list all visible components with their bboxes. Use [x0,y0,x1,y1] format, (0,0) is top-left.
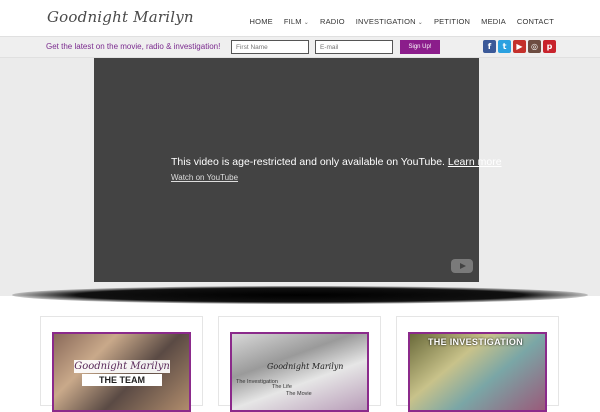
signup-text: Get the latest on the movie, radio & inv… [46,42,221,51]
team-thumbnail[interactable]: Goodnight Marilyn THE TEAM [52,332,191,412]
site-logo[interactable]: Goodnight Marilyn [47,8,194,26]
card-logo-text: Goodnight Marilyn [267,362,344,371]
divider-shadow [12,286,588,304]
card-the-investigation[interactable]: THE INVESTIGATION [396,316,559,412]
email-field[interactable] [315,40,393,54]
card-line: The Life [272,384,292,390]
nav-media[interactable]: MEDIA [481,17,506,26]
nav-contact[interactable]: CONTACT [517,17,554,26]
nav-investigation[interactable]: INVESTIGATION ⌄ [356,17,423,26]
chevron-down-icon: ⌄ [417,20,423,26]
investigation-thumbnail[interactable]: THE INVESTIGATION [408,332,547,412]
site-header: Goodnight Marilyn HOME FILM ⌄ RADIO INVES… [0,0,600,36]
video-band: This video is age-restricted and only av… [0,58,600,296]
nav-home[interactable]: HOME [250,17,273,26]
youtube-logo-icon[interactable] [451,259,473,273]
nav-radio[interactable]: RADIO [320,17,345,26]
card-title: THE INVESTIGATION [428,337,523,347]
signup-bar: Get the latest on the movie, radio & inv… [0,36,600,58]
instagram-icon[interactable]: ◎ [528,40,541,53]
card-the-life[interactable]: Goodnight Marilyn The Investigation The … [218,316,381,412]
twitter-icon[interactable]: t [498,40,511,53]
chevron-down-icon: ⌄ [303,20,309,26]
card-logo-text: Goodnight Marilyn [74,360,170,373]
card-line: The Movie [286,391,312,397]
first-name-field[interactable] [231,40,309,54]
nav-petition[interactable]: PETITION [434,17,470,26]
card-the-team[interactable]: Goodnight Marilyn THE TEAM [40,316,203,412]
video-player[interactable]: This video is age-restricted and only av… [94,58,502,282]
facebook-icon[interactable]: f [483,40,496,53]
card-subtitle: THE TEAM [82,374,162,386]
sign-up-button[interactable]: Sign Up! [400,40,440,54]
watch-on-youtube-link[interactable]: Watch on YouTube [171,173,238,182]
social-links: f t ▶ ◎ p [483,40,558,53]
youtube-icon[interactable]: ▶ [513,40,526,53]
life-thumbnail[interactable]: Goodnight Marilyn The Investigation The … [230,332,369,412]
learn-more-link[interactable]: Learn more [448,156,502,168]
age-restricted-text: This video is age-restricted and only av… [171,156,445,168]
pinterest-icon[interactable]: p [543,40,556,53]
video-message: This video is age-restricted and only av… [171,156,502,168]
main-nav: HOME FILM ⌄ RADIO INVESTIGATION ⌄ PETITION… [239,17,554,26]
nav-film[interactable]: FILM ⌄ [284,17,309,26]
